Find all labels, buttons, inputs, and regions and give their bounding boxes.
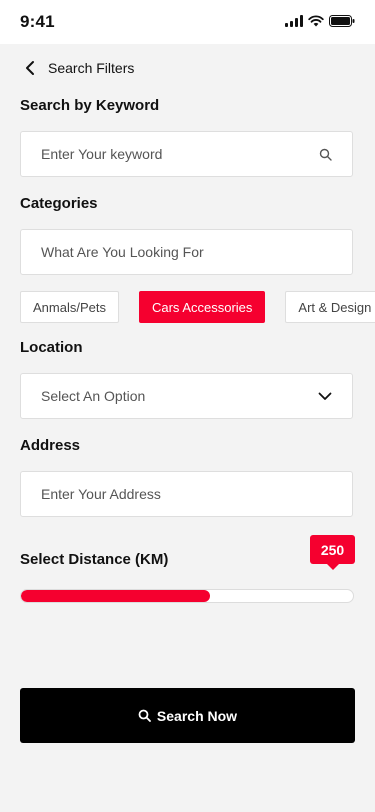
status-bar: 9:41	[0, 0, 375, 44]
categories-placeholder: What Are You Looking For	[41, 244, 204, 260]
address-input[interactable]: Enter Your Address	[20, 471, 353, 517]
keyword-input[interactable]: Enter Your keyword	[20, 131, 353, 177]
location-selected-value: Select An Option	[41, 388, 146, 404]
cellular-signal-icon	[285, 15, 303, 27]
back-button[interactable]	[20, 58, 40, 78]
distance-slider-fill	[21, 590, 211, 602]
address-label: Address	[20, 437, 81, 454]
keyword-label: Search by Keyword	[20, 97, 160, 114]
battery-icon	[329, 15, 355, 27]
chip-anmals-pets[interactable]: Anmals/Pets	[20, 291, 119, 323]
wifi-icon	[308, 15, 324, 27]
chip-cars-accessories[interactable]: Cars Accessories	[138, 291, 266, 323]
location-label: Location	[20, 339, 83, 356]
back-chevron-icon	[26, 61, 34, 75]
category-chips: Anmals/Pets Cars Accessories Art & Desig…	[20, 291, 375, 323]
search-icon	[138, 709, 151, 722]
page-title: Search Filters	[48, 60, 135, 76]
status-icons	[285, 14, 355, 28]
categories-label: Categories	[20, 195, 98, 212]
distance-value-badge: 250	[310, 535, 355, 564]
chip-art-design[interactable]: Art & Design	[285, 291, 375, 323]
search-icon[interactable]	[319, 148, 332, 161]
distance-badge-pointer	[327, 564, 339, 570]
distance-label: Select Distance (KM)	[20, 551, 169, 568]
search-now-label: Search Now	[156, 707, 238, 724]
search-now-button[interactable]: Search Now	[20, 688, 355, 743]
distance-slider[interactable]	[20, 589, 354, 603]
location-select[interactable]: Select An Option	[20, 373, 353, 419]
status-time: 9:41	[20, 12, 55, 31]
keyword-placeholder: Enter Your keyword	[41, 146, 163, 162]
categories-input[interactable]: What Are You Looking For	[20, 229, 353, 275]
chevron-down-icon	[318, 392, 332, 401]
page-header: Search Filters	[20, 58, 134, 78]
address-placeholder: Enter Your Address	[41, 486, 161, 502]
